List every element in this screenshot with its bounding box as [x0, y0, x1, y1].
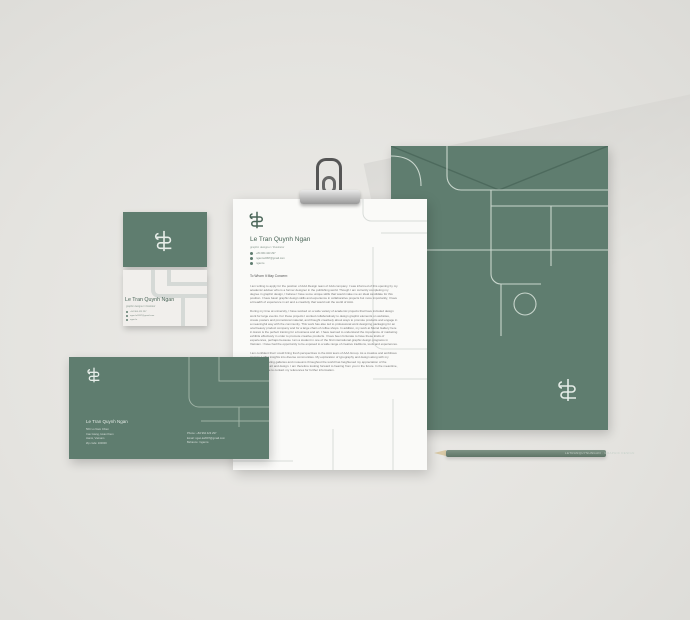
brand-logo-icon [249, 211, 263, 229]
phone-icon [126, 311, 128, 313]
letter-salutation: To Whom It May Concern: [250, 274, 289, 278]
brand-logo-icon [558, 379, 576, 401]
card-name: Le Tran Quynh Ngan [125, 297, 175, 303]
brand-logo-icon [154, 230, 172, 252]
behance-icon [250, 262, 253, 265]
email-icon [126, 315, 128, 317]
behance-icon [126, 319, 128, 321]
phone-icon [250, 252, 253, 255]
letterhead-role: graphic designer / illustrator [250, 245, 285, 249]
card-role: graphic designer / illustrator [126, 305, 156, 308]
card-contacts: +84 964 423 297 ngan.le2097@gmail.com ng… [126, 310, 154, 322]
pencil-tip [434, 450, 446, 456]
address-line: Zip code: 100000 [86, 441, 107, 445]
pencil-imprint: LETRANQUYNHNGAN · GRAPHIC DESIGN [565, 451, 635, 455]
contact-behance: ngan.le [126, 318, 154, 322]
brand-logo-icon [87, 367, 100, 383]
contact-behance: ngan.le [250, 261, 285, 266]
letter-paragraph: I am confident that I could bring fresh … [250, 351, 398, 372]
letter-body: I am writing to apply for the position o… [250, 284, 398, 377]
letterhead-contacts: +84 964 423 297 ngan.le2097@gmail.com ng… [250, 251, 285, 266]
email-icon [250, 257, 253, 260]
envelope-address: 56C Lo Nam Chien Cau Giang, Hoan Kiem Ha… [86, 428, 114, 446]
letter-paragraph: I am writing to apply for the position o… [250, 284, 398, 305]
letter-paragraph: During my time at university, I have wor… [250, 309, 398, 347]
envelope-contacts: Phone: +84 964 423 297 Email: ngan.le209… [187, 432, 225, 446]
letterhead-name: Le Tran Quynh Ngan [250, 236, 311, 243]
bulldog-clip [300, 190, 360, 204]
contact-line: Behance: /ngan.le [187, 441, 209, 445]
envelope-name: Le Tran Quynh Ngan [86, 419, 128, 424]
